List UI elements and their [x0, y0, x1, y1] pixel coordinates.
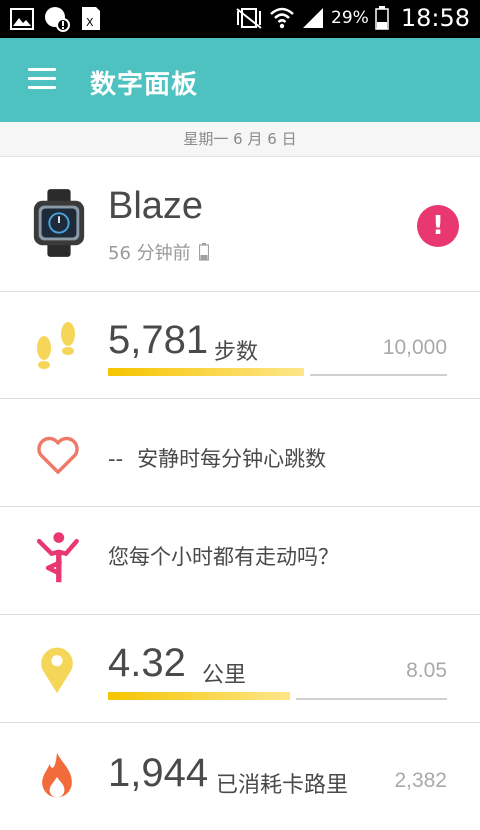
location-pin-icon	[41, 647, 73, 694]
battery-percent: 29%	[331, 8, 369, 28]
calories-unit: 已消耗卡路里	[216, 773, 349, 798]
page-title: 数字面板	[90, 70, 199, 100]
calories-value: 1,944	[108, 751, 209, 795]
heart-rate-text: -- 安静时每分钟心跳数	[108, 443, 326, 473]
notification-icon	[45, 7, 70, 32]
svg-text:X: X	[86, 16, 94, 29]
image-icon	[10, 8, 34, 30]
hamburger-menu-icon[interactable]	[28, 68, 56, 90]
device-row[interactable]: Blaze 56 分钟前 !	[0, 157, 480, 292]
distance-progress-track	[296, 698, 447, 700]
file-icon: X	[82, 7, 100, 30]
steps-unit: 步数	[214, 340, 259, 365]
distance-progress-bar	[108, 692, 290, 700]
clock: 18:58	[400, 4, 470, 32]
device-name: Blaze	[108, 185, 204, 227]
distance-goal: 8.05	[406, 659, 447, 682]
steps-value: 5,781	[108, 318, 209, 362]
hourly-activity-row[interactable]: 您每个小时都有走动吗？	[0, 507, 480, 615]
vibrate-icon	[236, 8, 262, 29]
footsteps-icon	[37, 322, 75, 369]
heart-icon	[37, 436, 79, 474]
calories-goal: 2,382	[394, 769, 447, 792]
hourly-question: 您每个小时都有走动吗？	[108, 545, 339, 569]
battery-low-icon	[198, 243, 209, 261]
steps-row[interactable]: 5,781 步数 10,000	[0, 292, 480, 399]
watch-icon	[33, 189, 85, 257]
steps-progress-track	[310, 374, 447, 376]
active-person-icon	[36, 532, 79, 583]
app-bar: 数字面板	[0, 38, 480, 122]
calories-row[interactable]: 1,944 已消耗卡路里 2,382	[0, 723, 480, 830]
flame-icon	[42, 752, 72, 798]
distance-value: 4.32	[108, 641, 186, 685]
device-sync-status: 56 分钟前	[108, 239, 209, 265]
signal-icon	[303, 8, 324, 28]
alert-icon[interactable]: !	[417, 205, 459, 247]
battery-icon	[375, 6, 389, 30]
status-bar: X 29% 18:58	[0, 0, 480, 38]
wifi-icon	[270, 7, 294, 29]
distance-unit: 公里	[202, 663, 247, 688]
distance-row[interactable]: 4.32 公里 8.05	[0, 615, 480, 723]
heart-rate-label: 安静时每分钟心跳数	[137, 447, 327, 471]
date-header: 星期一 6 月 6 日	[0, 122, 480, 157]
heart-rate-value: --	[108, 447, 124, 471]
steps-progress-bar	[108, 368, 304, 376]
steps-goal: 10,000	[382, 336, 447, 359]
sync-time: 56 分钟前	[108, 243, 191, 264]
heart-rate-row[interactable]: -- 安静时每分钟心跳数	[0, 399, 480, 507]
